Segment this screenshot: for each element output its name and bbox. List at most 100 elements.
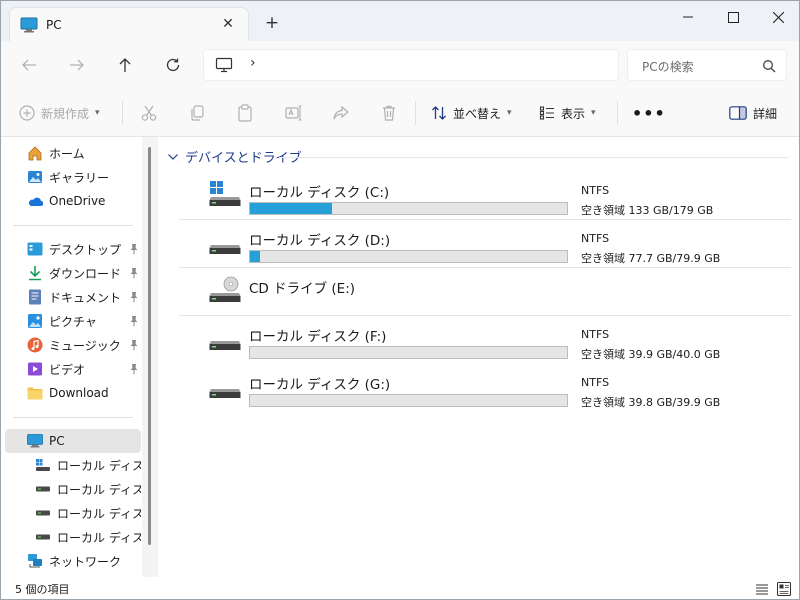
new-button-label: 新規作成	[41, 106, 90, 121]
sidebar-item-downloads[interactable]: ダウンロード	[5, 261, 141, 285]
drive-divider	[179, 267, 791, 268]
storage-usage-bar	[249, 346, 568, 359]
close-icon	[772, 11, 784, 23]
delete-button[interactable]	[379, 103, 399, 123]
sort-button[interactable]: 並べ替え ▾	[431, 101, 512, 125]
forward-button[interactable]	[65, 53, 89, 77]
sidebar-item-label: Download	[49, 386, 109, 400]
sidebar-item-videos[interactable]: ビデオ	[5, 357, 141, 381]
more-options-button[interactable]: •••	[632, 101, 666, 125]
copy-button[interactable]	[187, 103, 207, 123]
clipboard-icon	[238, 104, 252, 122]
sidebar-item-home[interactable]: ホーム	[5, 141, 141, 165]
windows-drive-icon	[209, 181, 241, 206]
drive-item-g[interactable]: ローカル ディスク (G:) NTFS 空き領域 39.8 GB/39.9 GB	[179, 367, 791, 415]
sidebar-item-label: PC	[49, 434, 65, 448]
title-bar: PC ✕ +	[1, 1, 799, 41]
new-tab-button[interactable]: +	[261, 13, 283, 35]
view-button[interactable]: 表示 ▾	[539, 101, 596, 125]
sidebar-item-onedrive[interactable]: OneDrive	[5, 189, 141, 213]
sidebar-item-drive-d[interactable]: ローカル ディスク (D:)	[5, 477, 141, 501]
sort-icon	[432, 106, 446, 120]
drive-divider	[179, 315, 791, 316]
drive-item-e[interactable]: CD ドライブ (E:)	[179, 271, 791, 319]
sidebar-item-pictures[interactable]: ピクチャ	[5, 309, 141, 333]
pictures-icon	[27, 313, 43, 329]
breadcrumb-chevron-icon[interactable]: ›	[250, 55, 256, 71]
scrollbar-thumb[interactable]	[148, 147, 151, 545]
drive-item-d[interactable]: ローカル ディスク (D:) NTFS 空き領域 77.7 GB/79.9 GB	[179, 223, 791, 271]
sidebar-item-label: ホーム	[49, 146, 85, 161]
drive-name: ローカル ディスク (C:)	[249, 185, 390, 201]
sidebar-item-label: ダウンロード	[49, 266, 122, 281]
sidebar-divider	[13, 417, 133, 418]
drive-icon	[209, 245, 241, 254]
pin-icon	[130, 244, 138, 255]
sidebar-item-documents[interactable]: ドキュメント	[5, 285, 141, 309]
sidebar-item-label: ギャラリー	[49, 170, 110, 185]
add-circle-icon	[19, 105, 35, 121]
address-bar[interactable]: ›	[203, 49, 619, 81]
search-placeholder: PCの検索	[642, 60, 694, 74]
sidebar-item-drive-c[interactable]: ローカル ディスク (C:)	[5, 453, 141, 477]
navigation-pane: ホーム ギャラリー OneDrive デスクトップ ダウンロード ドキュメント	[1, 137, 158, 577]
folder-icon	[27, 385, 43, 401]
view-list-icon	[539, 106, 554, 120]
maximize-button[interactable]	[710, 1, 756, 33]
sidebar-item-music[interactable]: ミュージック	[5, 333, 141, 357]
group-divider	[279, 157, 789, 158]
refresh-button[interactable]	[161, 53, 185, 77]
download-icon	[27, 265, 43, 281]
drive-free-space: 空き領域 39.8 GB/39.9 GB	[581, 396, 721, 409]
storage-usage-bar	[249, 394, 568, 407]
sidebar-item-download-folder[interactable]: Download	[5, 381, 141, 405]
sidebar-item-drive-f[interactable]: ローカル ディスク (F:)	[5, 501, 141, 525]
back-button[interactable]	[17, 53, 41, 77]
chevron-down-icon	[168, 153, 178, 160]
details-view-icon[interactable]	[755, 582, 769, 596]
search-icon	[763, 60, 776, 73]
sidebar-item-gallery[interactable]: ギャラリー	[5, 165, 141, 189]
sidebar-scrollbar[interactable]	[142, 137, 158, 577]
chevron-down-icon: ▾	[507, 108, 512, 118]
pin-icon	[130, 340, 138, 351]
arrow-up-icon	[119, 58, 131, 72]
rename-button[interactable]	[283, 103, 303, 123]
sidebar-item-desktop[interactable]: デスクトップ	[5, 237, 141, 261]
share-button[interactable]	[331, 103, 351, 123]
drive-icon	[35, 505, 51, 521]
sidebar-item-label: ローカル ディスク (D:)	[57, 482, 141, 497]
sidebar-item-drive-g[interactable]: ローカル ディスク (G:)	[5, 525, 141, 549]
arrow-left-icon	[22, 59, 36, 71]
sort-button-label: 並べ替え	[453, 106, 502, 121]
paste-button[interactable]	[235, 103, 255, 123]
minimize-button[interactable]	[665, 1, 711, 33]
refresh-icon	[166, 58, 180, 72]
sidebar-item-network[interactable]: ネットワーク	[5, 549, 141, 573]
share-icon	[333, 105, 349, 120]
drive-item-f[interactable]: ローカル ディスク (F:) NTFS 空き領域 39.9 GB/40.0 GB	[179, 319, 791, 367]
cut-button[interactable]	[139, 103, 159, 123]
sidebar-item-pc[interactable]: PC	[5, 429, 141, 453]
pc-icon	[215, 57, 233, 73]
drive-divider	[179, 219, 791, 220]
document-icon	[27, 289, 43, 305]
sidebar-item-label: ネットワーク	[49, 554, 122, 569]
close-window-button[interactable]	[755, 1, 799, 33]
search-input[interactable]: PCの検索	[627, 49, 787, 81]
details-pane-button[interactable]: 詳細	[729, 101, 777, 125]
new-button[interactable]: 新規作成 ▾	[19, 101, 100, 125]
drive-name: ローカル ディスク (F:)	[249, 329, 387, 345]
details-pane-label: 詳細	[753, 106, 778, 121]
drive-item-c[interactable]: ローカル ディスク (C:) NTFS 空き領域 133 GB/179 GB	[179, 175, 791, 223]
gallery-icon	[27, 169, 43, 185]
drive-filesystem: NTFS	[581, 376, 610, 389]
tab-close-button[interactable]: ✕	[218, 14, 238, 34]
up-button[interactable]	[113, 53, 137, 77]
sidebar-divider	[13, 225, 133, 226]
file-explorer-window: PC ✕ + › PCの検索 新規作成 ▾ 並べ替え ▾ 表示 ▾ ••• 詳細…	[0, 0, 800, 600]
tab-pc[interactable]: PC ✕	[9, 7, 249, 41]
large-icons-view-icon[interactable]	[777, 582, 791, 596]
drive-filesystem: NTFS	[581, 328, 610, 341]
drive-free-space: 空き領域 133 GB/179 GB	[581, 204, 714, 217]
